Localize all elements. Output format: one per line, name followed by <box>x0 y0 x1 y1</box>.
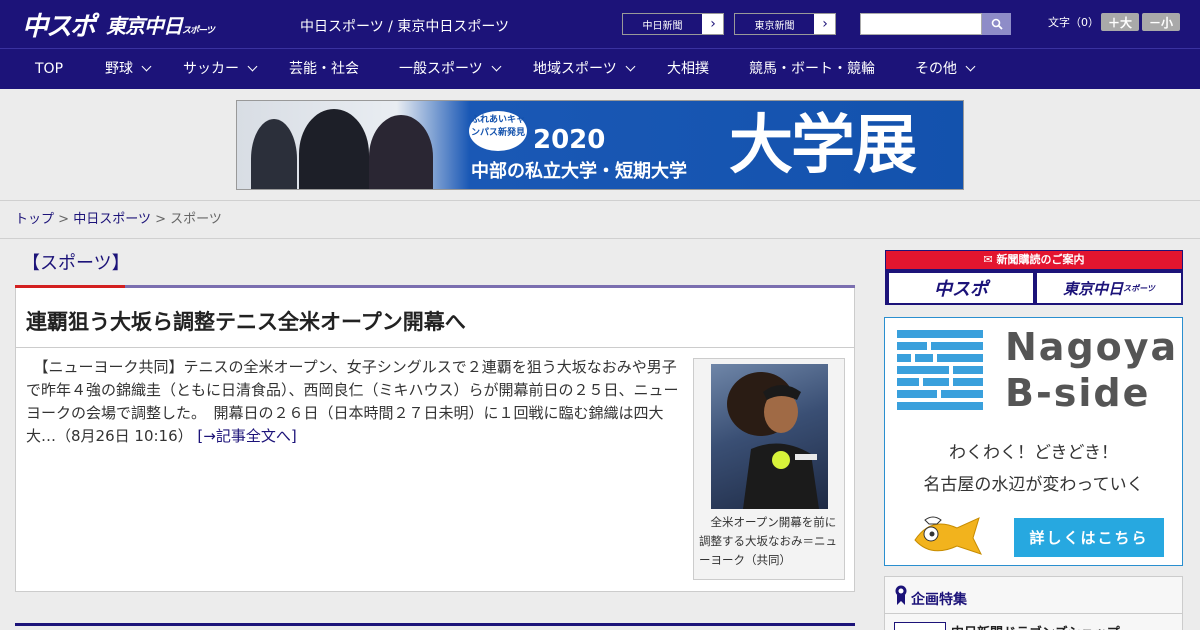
nagoya-bside-ad[interactable]: Nagoya B-side わくわく！どきどき！ 名古屋の水辺が変わっていく 詳… <box>884 317 1183 566</box>
banner-person-image <box>251 119 297 189</box>
breadcrumb-section[interactable]: 中日スポーツ <box>73 212 151 227</box>
logo-chuspo: 中スポ <box>22 11 96 42</box>
article-photo[interactable] <box>711 364 828 509</box>
campus-badge: ふれあいキャンパス新発見 <box>469 111 527 151</box>
ad-tagline-1: わくわく！どきどき！ <box>949 443 1118 463</box>
nav-item-top[interactable]: TOP <box>35 49 63 89</box>
feature-title: 企画特集 <box>911 592 967 608</box>
banner-person-image <box>369 115 433 189</box>
nav-item-other[interactable]: その他 <box>915 49 976 89</box>
banner-year: 2020 <box>533 125 606 155</box>
tokyo-shimbun-link[interactable]: 東京新聞 › <box>734 13 836 35</box>
article-summary: 【ニューヨーク共同】テニスの全米オープン、女子シングルスで２連覇を狙う大坂なおみ… <box>26 358 679 445</box>
feature-thumbnail <box>894 622 946 630</box>
read-more-link[interactable]: [→記事全文へ] <box>197 427 296 445</box>
chevron-right-icon: › <box>822 16 828 32</box>
ad-tagline-2: 名古屋の水辺が変わっていく <box>923 475 1144 495</box>
feature-special-box: 企画特集 中日新聞ドラゴンズショップ <box>884 576 1183 630</box>
chevron-down-icon <box>965 61 976 72</box>
photo-caption: 全米オープン開幕を前に調整する大坂なおみ＝ニューヨーク（共同） <box>699 515 837 567</box>
search-icon <box>991 18 1003 30</box>
feature-divider <box>885 613 1182 614</box>
font-smaller-button[interactable]: －小 <box>1142 13 1180 31</box>
university-fair-banner[interactable]: ふれあいキャンパス新発見 2020 中部の私立大学・短期大学 大学展 <box>236 100 964 190</box>
chevron-down-icon <box>625 61 636 72</box>
search-input[interactable] <box>860 13 982 35</box>
article-card: 連覇狙う大坂ら調整テニス全米オープン開幕へ 【ニューヨーク共同】テニスの全米オー… <box>15 288 855 592</box>
chevron-right-icon: › <box>710 16 716 32</box>
font-larger-button[interactable]: ＋大 <box>1101 13 1139 31</box>
article-photo-box: 全米オープン開幕を前に調整する大坂なおみ＝ニューヨーク（共同） <box>693 358 845 580</box>
article-title[interactable]: 連覇狙う大坂ら調整テニス全米オープン開幕へ <box>26 306 466 336</box>
nav-item-sumo[interactable]: 大相撲 <box>667 49 709 89</box>
banner-person-image <box>299 109 369 189</box>
newspaper-icon: ✉ <box>983 253 993 266</box>
article-divider <box>16 347 854 348</box>
nav-item-entertainment[interactable]: 芸能・社会 <box>289 49 359 89</box>
mascot-icon <box>914 516 982 555</box>
nav-item-baseball[interactable]: 野球 <box>105 49 152 89</box>
ad-title: Nagoya B-side <box>1005 325 1179 415</box>
chevron-down-icon <box>491 61 502 72</box>
ad-details-button[interactable]: 詳しくはこちら <box>1014 518 1164 557</box>
logo-tokyo-chunichi: 東京中日スポーツ <box>106 13 215 38</box>
breadcrumb: トップ > 中日スポーツ > スポーツ <box>0 200 1200 239</box>
nav-item-racing[interactable]: 競馬・ボート・競輪 <box>749 49 875 89</box>
subscription-box: ✉ 新聞購読のご案内 中スポ 東京中日 スポーツ <box>885 250 1183 305</box>
site-logo[interactable]: 中スポ 東京中日スポーツ <box>22 6 215 42</box>
site-names: 中日スポーツ / 東京中日スポーツ <box>300 19 510 35</box>
bside-logo-icon <box>897 330 983 410</box>
chunichi-shimbun-link[interactable]: 中日新聞 › <box>622 13 724 35</box>
breadcrumb-home[interactable]: トップ <box>15 212 54 227</box>
search-button[interactable] <box>982 13 1011 35</box>
nav-item-general-sports[interactable]: 一般スポーツ <box>399 49 502 89</box>
chevron-down-icon <box>247 61 258 72</box>
ribbon-icon <box>895 585 907 605</box>
subscribe-tokyo-chunichi-button[interactable]: 東京中日 スポーツ <box>1037 273 1181 303</box>
font-size-label: 文字（0） <box>1048 16 1099 29</box>
nav-item-soccer[interactable]: サッカー <box>183 49 258 89</box>
section-divider-bottom <box>15 623 855 626</box>
section-title: 【スポーツ】 <box>22 253 130 274</box>
nav-item-local-sports[interactable]: 地域スポーツ <box>533 49 636 89</box>
banner-headline: 大学展 <box>729 109 917 183</box>
breadcrumb-current: スポーツ <box>170 212 222 227</box>
main-nav: TOP 野球 サッカー 芸能・社会 一般スポーツ 地域スポーツ 大相撲 競馬・ボ… <box>0 48 1200 89</box>
banner-subtitle: 中部の私立大学・短期大学 <box>471 161 687 182</box>
top-header: 中スポ 東京中日スポーツ 中日スポーツ / 東京中日スポーツ 中日新聞 › 東京… <box>0 0 1200 48</box>
feature-item-dragons-shop[interactable]: 中日新聞ドラゴンズショップ <box>951 622 1120 630</box>
subscribe-chuspo-button[interactable]: 中スポ <box>889 273 1033 303</box>
subscription-heading: ✉ 新聞購読のご案内 <box>886 251 1182 269</box>
chevron-down-icon <box>141 61 152 72</box>
